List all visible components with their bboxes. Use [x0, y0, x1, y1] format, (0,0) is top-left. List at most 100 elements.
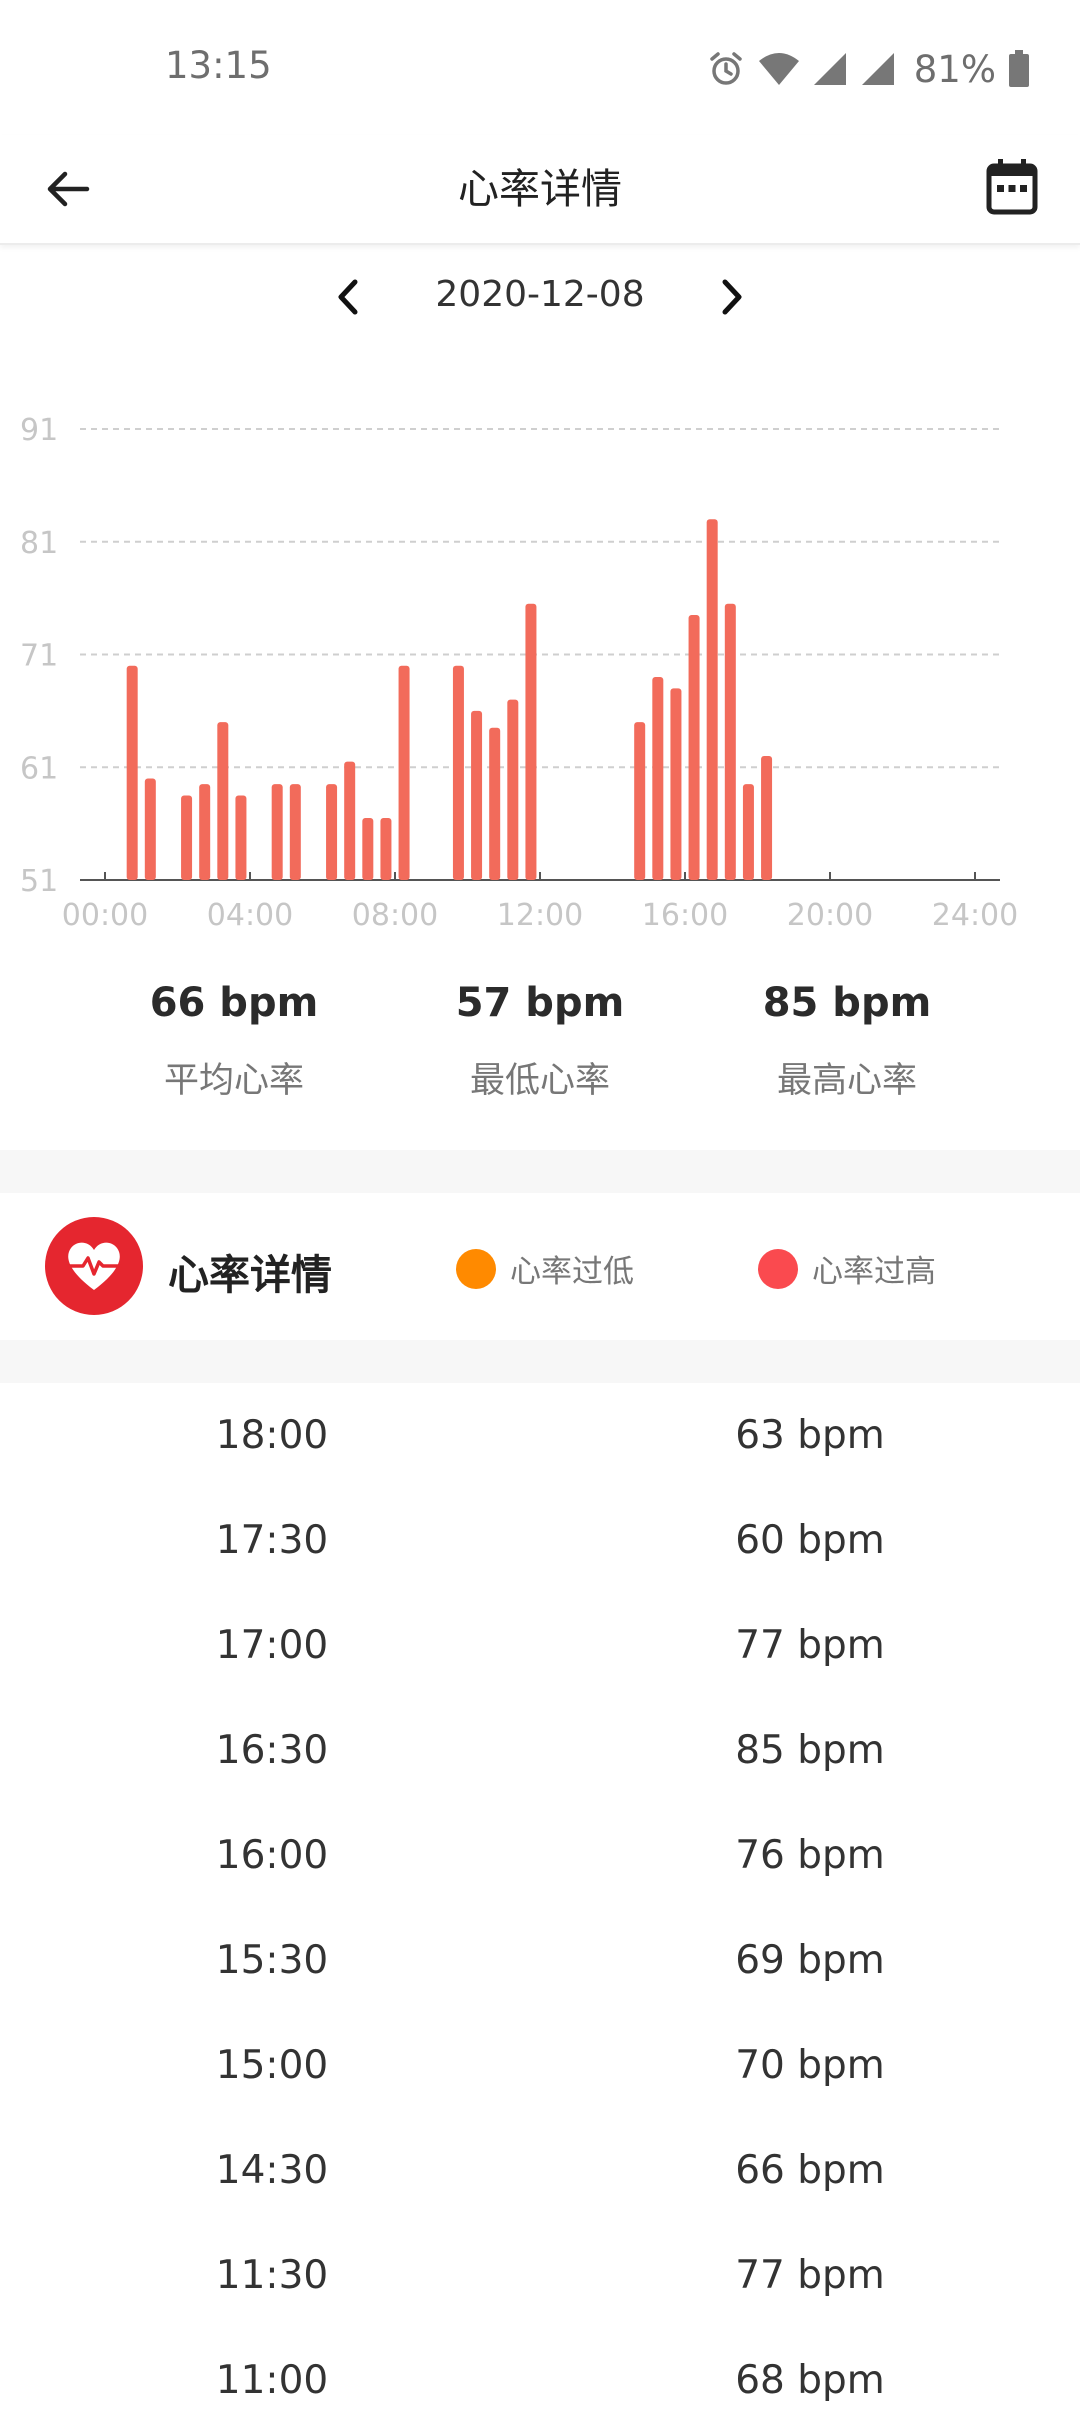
chevron-right-icon	[722, 279, 742, 315]
y-tick-label: 71	[20, 639, 58, 674]
chart-bar	[217, 722, 229, 880]
record-row: 16:00 76 bpm	[0, 1805, 1080, 1910]
section-divider	[0, 1340, 1080, 1383]
highest-heart-rate: 85 bpm 最高心率	[697, 980, 997, 1103]
x-tick-label: 12:00	[497, 898, 583, 933]
y-tick-label: 81	[20, 526, 58, 561]
chart-bar	[724, 603, 736, 880]
record-time: 15:00	[215, 2043, 329, 2088]
chart-bar	[471, 710, 483, 880]
chart-bar	[271, 784, 283, 880]
x-tick-label: 16:00	[642, 898, 728, 933]
signal-icon	[860, 51, 896, 87]
record-time: 11:30	[215, 2253, 329, 2298]
stat-label: 最低心率	[469, 1061, 610, 1101]
battery-icon	[1008, 50, 1030, 88]
wifi-icon	[758, 51, 800, 87]
chart-bar	[344, 761, 356, 880]
record-value: 70 bpm	[735, 2043, 885, 2088]
y-tick-label: 51	[20, 864, 58, 899]
heart-rate-summary: 66 bpm 平均心率 57 bpm 最低心率 85 bpm 最高心率	[0, 980, 1080, 1120]
record-time: 16:00	[215, 1833, 329, 1878]
record-value: 63 bpm	[735, 1413, 885, 1458]
record-row: 16:30 85 bpm	[0, 1700, 1080, 1805]
chart-bar	[525, 603, 537, 880]
x-tick-label: 20:00	[787, 898, 873, 933]
y-tick-label: 61	[20, 751, 58, 786]
x-tick-label: 04:00	[207, 898, 293, 933]
chart-bar	[452, 665, 464, 880]
legend-low: 心率过低	[456, 1246, 634, 1291]
x-tick-label: 24:00	[932, 898, 1018, 933]
section-divider	[0, 1150, 1080, 1193]
stat-value: 66 bpm	[149, 980, 319, 1026]
chart-bar	[398, 665, 410, 880]
record-row: 14:30 66 bpm	[0, 2120, 1080, 2225]
record-value: 76 bpm	[735, 1833, 885, 1878]
signal-icon	[812, 51, 848, 87]
date-navigator: 2020-12-08	[0, 262, 1080, 332]
stat-value: 57 bpm	[455, 980, 625, 1026]
record-row: 15:00 70 bpm	[0, 2015, 1080, 2120]
legend-label: 心率过高	[812, 1254, 936, 1290]
record-value: 77 bpm	[735, 1623, 885, 1668]
heart-rate-records: 18:00 63 bpm 17:30 60 bpm 17:00 77 bpm 1…	[0, 1385, 1080, 2435]
chart-bar	[181, 795, 193, 880]
record-time: 14:30	[215, 2148, 329, 2193]
record-value: 60 bpm	[735, 1518, 885, 1563]
chart-bar	[126, 665, 138, 880]
legend-dot-low	[456, 1248, 496, 1289]
chart-bar	[634, 722, 646, 880]
record-time: 17:30	[215, 1518, 329, 1563]
record-value: 77 bpm	[735, 2253, 885, 2298]
heart-rate-bar-chart: 51 61 71 81 91 00:00 04:00 08:00 12:00 16:00 20:00…	[20, 413, 1018, 933]
alarm-icon	[706, 49, 746, 89]
lowest-heart-rate: 57 bpm 最低心率	[390, 980, 690, 1103]
record-row: 11:30 77 bpm	[0, 2225, 1080, 2330]
detail-header: 心率详情 心率过低 心率过高	[0, 1193, 1080, 1340]
stat-label: 最高心率	[776, 1061, 917, 1101]
app-bar: 心率详情	[0, 135, 1080, 245]
page-title: 心率详情	[458, 165, 622, 213]
current-date: 2020-12-08	[435, 274, 645, 315]
record-value: 68 bpm	[735, 2358, 885, 2403]
stat-value: 85 bpm	[762, 980, 932, 1026]
record-time: 16:30	[215, 1728, 329, 1773]
chart-bar	[326, 784, 338, 880]
next-day-button[interactable]	[697, 262, 767, 332]
chart-bar	[199, 784, 211, 880]
chart-bar	[742, 784, 754, 880]
status-icons: 81%	[706, 44, 1030, 94]
stat-label: 平均心率	[163, 1061, 304, 1101]
record-value: 66 bpm	[735, 2148, 885, 2193]
chart-bar	[670, 688, 682, 880]
legend-high: 心率过高	[758, 1246, 936, 1291]
chart-bar	[652, 677, 664, 880]
record-row: 15:30 69 bpm	[0, 1910, 1080, 2015]
battery-percent: 81%	[913, 47, 996, 91]
chart-bar	[235, 795, 247, 880]
record-row: 17:30 60 bpm	[0, 1490, 1080, 1595]
x-tick-label: 00:00	[62, 898, 148, 933]
calendar-icon	[986, 159, 1038, 215]
record-time: 15:30	[215, 1938, 329, 1983]
record-time: 11:00	[215, 2358, 329, 2403]
chart-bar	[761, 755, 773, 880]
chart-bar	[507, 699, 519, 880]
chart-bar	[380, 817, 392, 880]
average-heart-rate: 66 bpm 平均心率	[84, 980, 384, 1103]
chart-bar	[489, 727, 501, 880]
record-time: 18:00	[215, 1413, 329, 1458]
chart-bar	[688, 615, 700, 880]
y-tick-label: 91	[20, 413, 58, 448]
heart-pulse-icon	[45, 1217, 143, 1315]
heart-rate-chart: 51 61 71 81 91 00:00 04:00 08:00 12:00 16:00 20:00…	[0, 395, 1080, 935]
x-tick-label: 08:00	[352, 898, 438, 933]
status-time: 13:15	[165, 44, 272, 87]
record-row: 17:00 77 bpm	[0, 1595, 1080, 1700]
chart-bar	[362, 817, 374, 880]
record-time: 17:00	[215, 1623, 329, 1668]
calendar-button[interactable]	[972, 147, 1052, 227]
chart-bar	[706, 519, 718, 880]
record-row: 11:00 68 bpm	[0, 2330, 1080, 2435]
